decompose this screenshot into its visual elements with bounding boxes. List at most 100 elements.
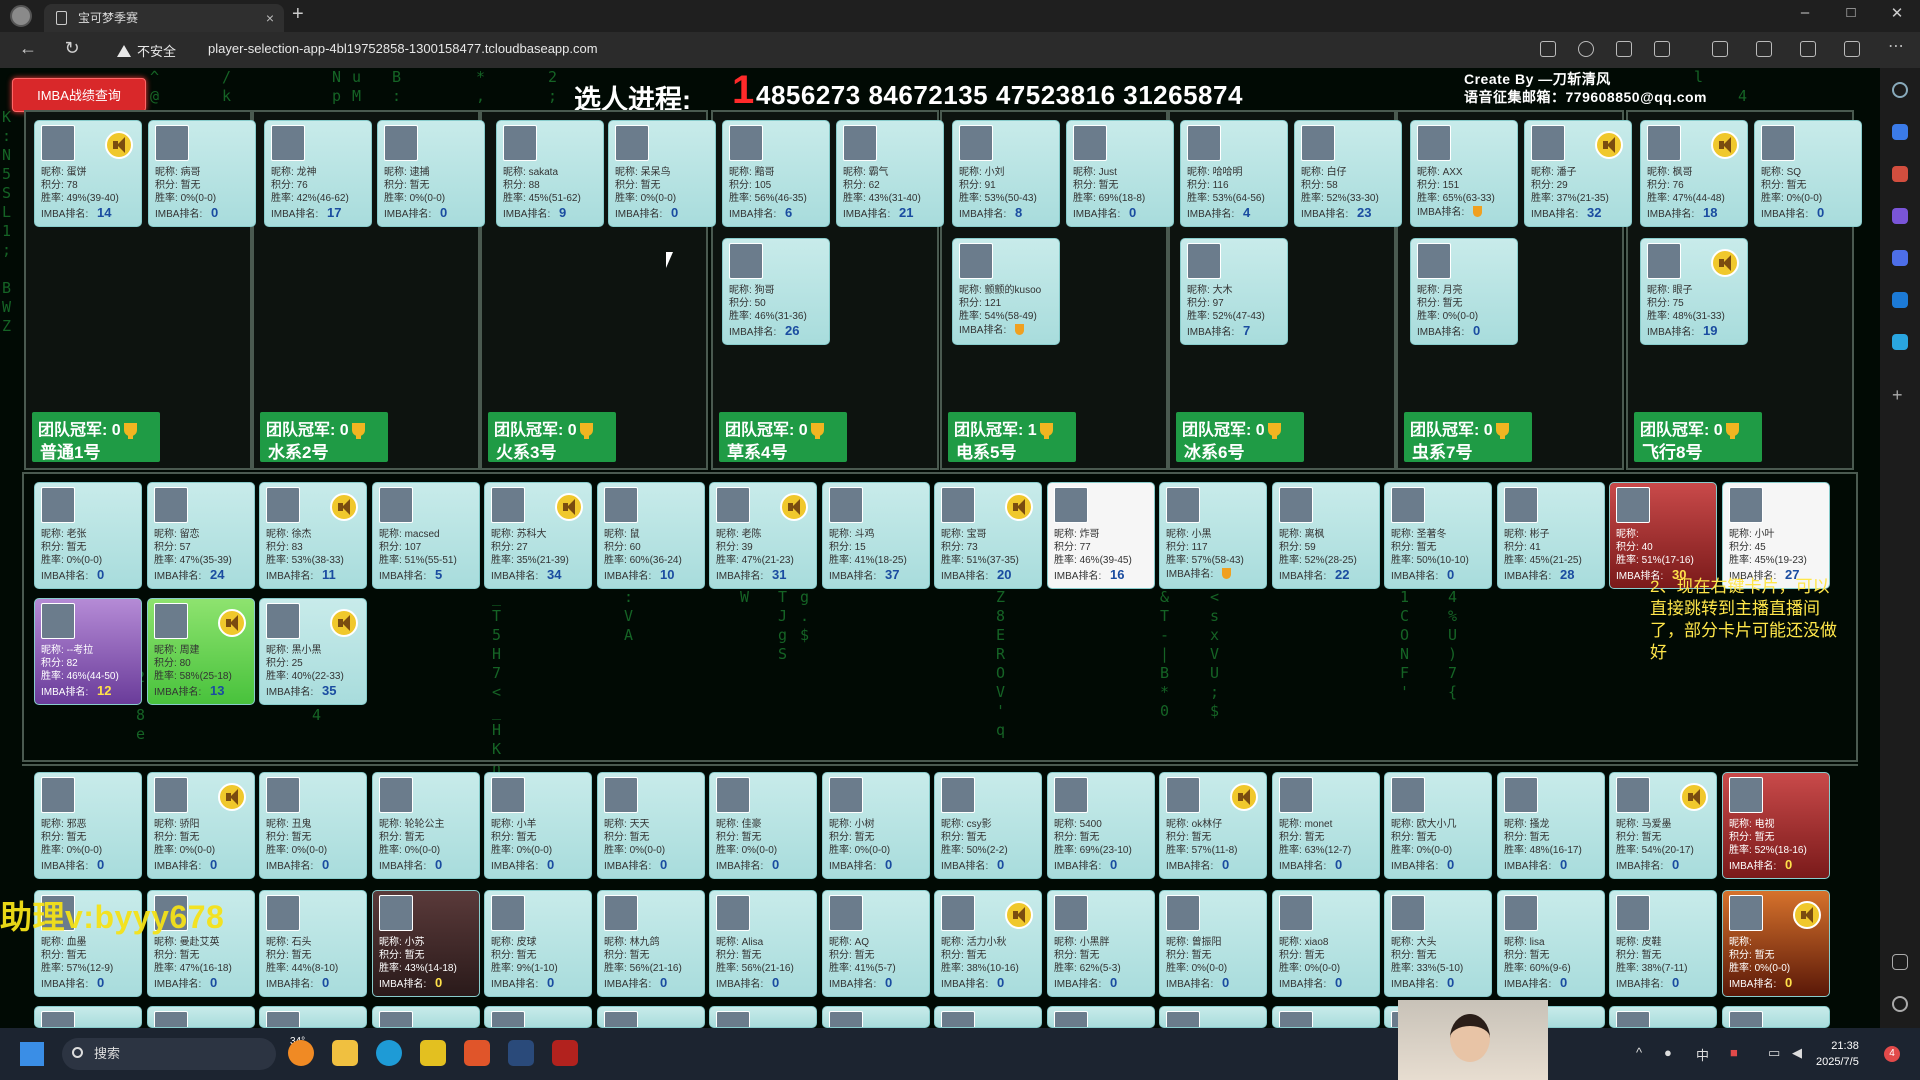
minimize-button[interactable]: –: [1790, 4, 1820, 21]
player-card[interactable]: 昵称: 大头 积分: 暂无 胜率: 33%(5-10) IMBA排名: 0: [1384, 890, 1492, 997]
player-card[interactable]: [147, 1006, 255, 1028]
player-card[interactable]: [484, 1006, 592, 1028]
player-card[interactable]: [934, 1006, 1042, 1028]
player-card[interactable]: 昵称: 霸气 积分: 62 胜率: 43%(31-40) IMBA排名: 21: [836, 120, 944, 227]
voice-sound-icon[interactable]: [1595, 131, 1623, 159]
new-tab-button[interactable]: +: [292, 3, 304, 26]
player-card[interactable]: 昵称: 5400 积分: 暂无 胜率: 69%(23-10) IMBA排名: 0: [1047, 772, 1155, 879]
tab-close-icon[interactable]: ×: [266, 4, 274, 32]
player-card[interactable]: 昵称: 活力小秋 积分: 暂无 胜率: 38%(10-16) IMBA排名: 0: [934, 890, 1042, 997]
antivirus-icon[interactable]: ■: [1730, 1045, 1738, 1060]
imba-stats-button[interactable]: IMBA战绩查询: [12, 78, 146, 112]
dota-icon[interactable]: [552, 1040, 578, 1066]
player-card[interactable]: 昵称: 黑小黑 积分: 25 胜率: 40%(22-33) IMBA排名: 35: [259, 598, 367, 705]
player-card[interactable]: 昵称: 林九鸽 积分: 暂无 胜率: 56%(21-16) IMBA排名: 0: [597, 890, 705, 997]
player-card[interactable]: 昵称: 斗鸡 积分: 15 胜率: 41%(18-25) IMBA排名: 37: [822, 482, 930, 589]
player-card[interactable]: 昵称: 老张 积分: 暂无 胜率: 0%(0-0) IMBA排名: 0: [34, 482, 142, 589]
volume-icon[interactable]: ◀: [1792, 1045, 1802, 1061]
player-card[interactable]: 昵称: 哈哈明 积分: 116 胜率: 53%(64-56) IMBA排名: 4: [1180, 120, 1288, 227]
player-card[interactable]: 昵称: 小叶 积分: 45 胜率: 45%(19-23) IMBA排名: 27: [1722, 482, 1830, 589]
favorites-icon[interactable]: [1756, 41, 1772, 57]
player-card[interactable]: 昵称: 离枫 积分: 59 胜率: 52%(28-25) IMBA排名: 22: [1272, 482, 1380, 589]
player-card[interactable]: [372, 1006, 480, 1028]
player-card[interactable]: 昵称: 徐杰 积分: 83 胜率: 53%(38-33) IMBA排名: 11: [259, 482, 367, 589]
player-card[interactable]: 昵称: 呆呆鸟 积分: 暂无 胜率: 0%(0-0) IMBA排名: 0: [608, 120, 716, 227]
settings-icon[interactable]: [1892, 996, 1908, 1012]
player-card[interactable]: 昵称: 彬子 积分: 41 胜率: 45%(21-25) IMBA排名: 28: [1497, 482, 1605, 589]
player-card[interactable]: 昵称: 颤颤的kusoo 积分: 121 胜率: 54%(58-49) IMBA排名:: [952, 238, 1060, 345]
read-aloud-icon[interactable]: [1616, 41, 1632, 57]
player-card[interactable]: [1047, 1006, 1155, 1028]
voice-sound-icon[interactable]: [1005, 901, 1033, 929]
window-close-button[interactable]: ✕: [1882, 4, 1912, 22]
player-card[interactable]: 昵称: 皮鞋 积分: 暂无 胜率: 38%(7-11) IMBA排名: 0: [1609, 890, 1717, 997]
player-card[interactable]: 昵称: 蛋饼 积分: 78 胜率: 49%(39-40) IMBA排名: 14: [34, 120, 142, 227]
screenshot-icon[interactable]: [1892, 954, 1908, 970]
voice-sound-icon[interactable]: [218, 609, 246, 637]
player-card[interactable]: 昵称: 老陈 积分: 39 胜率: 47%(21-23) IMBA排名: 31: [709, 482, 817, 589]
player-card[interactable]: 昵称: 小黑 积分: 117 胜率: 57%(58-43) IMBA排名:: [1159, 482, 1267, 589]
player-card[interactable]: [259, 1006, 367, 1028]
shopping-icon[interactable]: [1892, 166, 1908, 182]
voice-sound-icon[interactable]: [1711, 249, 1739, 277]
player-card[interactable]: 昵称: 马爱墨 积分: 暂无 胜率: 54%(20-17) IMBA排名: 0: [1609, 772, 1717, 879]
game-launcher-icon[interactable]: [464, 1040, 490, 1066]
player-card[interactable]: 昵称: macsed 积分: 107 胜率: 51%(55-51) IMBA排名: 5: [372, 482, 480, 589]
browser-tab[interactable]: 宝可梦季赛 ×: [44, 4, 284, 32]
player-card[interactable]: 昵称: 轮轮公主 积分: 暂无 胜率: 0%(0-0) IMBA排名: 0: [372, 772, 480, 879]
player-card[interactable]: 昵称: 皮球 积分: 暂无 胜率: 9%(1-10) IMBA排名: 0: [484, 890, 592, 997]
player-card[interactable]: 昵称: 丑鬼 积分: 暂无 胜率: 0%(0-0) IMBA排名: 0: [259, 772, 367, 879]
player-card[interactable]: [597, 1006, 705, 1028]
more-menu-icon[interactable]: ⋯: [1888, 36, 1904, 55]
player-card[interactable]: 昵称: 佳豪 积分: 暂无 胜率: 0%(0-0) IMBA排名: 0: [709, 772, 817, 879]
player-card[interactable]: [822, 1006, 930, 1028]
player-card[interactable]: 昵称: 黯哥 积分: 105 胜率: 56%(46-35) IMBA排名: 6: [722, 120, 830, 227]
back-icon[interactable]: ←: [16, 38, 40, 59]
voice-sound-icon[interactable]: [1005, 493, 1033, 521]
player-card[interactable]: 昵称: 苏科大 积分: 27 胜率: 35%(21-39) IMBA排名: 34: [484, 482, 592, 589]
player-card[interactable]: 昵称: 潘子 积分: 29 胜率: 37%(21-35) IMBA排名: 32: [1524, 120, 1632, 227]
network-icon[interactable]: ▭: [1768, 1045, 1780, 1061]
voice-sound-icon[interactable]: [330, 493, 358, 521]
player-card[interactable]: 昵称: 周建 积分: 80 胜率: 58%(25-18) IMBA排名: 13: [147, 598, 255, 705]
player-card[interactable]: 昵称: 积分: 40 胜率: 51%(17-16) IMBA排名: 30: [1609, 482, 1717, 589]
tools-icon[interactable]: [1892, 208, 1908, 224]
player-card[interactable]: 昵称: ok林仔 积分: 暂无 胜率: 57%(11-8) IMBA排名: 0: [1159, 772, 1267, 879]
player-card[interactable]: 昵称: 白仔 积分: 58 胜率: 52%(33-30) IMBA排名: 23: [1294, 120, 1402, 227]
player-card[interactable]: 昵称: xiao8 积分: 暂无 胜率: 0%(0-0) IMBA排名: 0: [1272, 890, 1380, 997]
player-card[interactable]: 昵称: 鼠积分: 60 胜率: 60%(36-24) IMBA排名: 10: [597, 482, 705, 589]
player-card[interactable]: 昵称: 逮捕 积分: 暂无 胜率: 0%(0-0) IMBA排名: 0: [377, 120, 485, 227]
player-card[interactable]: [1159, 1006, 1267, 1028]
player-card[interactable]: 昵称: 电视 积分: 暂无 胜率: 52%(18-16) IMBA排名: 0: [1722, 772, 1830, 879]
player-card[interactable]: 昵称: Just 积分: 暂无 胜率: 69%(18-8) IMBA排名: 0: [1066, 120, 1174, 227]
player-card[interactable]: 昵称: 曾振阳 积分: 暂无 胜率: 0%(0-0) IMBA排名: 0: [1159, 890, 1267, 997]
player-card[interactable]: 昵称: 眼子 积分: 75 胜率: 48%(31-33) IMBA排名: 19: [1640, 238, 1748, 345]
add-icon[interactable]: +: [1892, 386, 1908, 404]
outlook-icon[interactable]: [1892, 292, 1908, 308]
voice-sound-icon[interactable]: [1680, 783, 1708, 811]
tray-expand-icon[interactable]: ^: [1636, 1045, 1642, 1060]
translate-icon[interactable]: [1540, 41, 1556, 57]
voice-sound-icon[interactable]: [105, 131, 133, 159]
player-card[interactable]: 昵称: 留恋 积分: 57 胜率: 47%(35-39) IMBA排名: 24: [147, 482, 255, 589]
microphone-icon[interactable]: ●: [1664, 1045, 1672, 1060]
taskbar-search[interactable]: 搜索: [62, 1038, 276, 1070]
voice-sound-icon[interactable]: [330, 609, 358, 637]
extensions-icon[interactable]: [1844, 41, 1860, 57]
weather-icon[interactable]: [288, 1040, 314, 1066]
player-card[interactable]: 昵称: 大木 积分: 97 胜率: 52%(47-43) IMBA排名: 7: [1180, 238, 1288, 345]
player-card[interactable]: 昵称: 枫哥 积分: 76 胜率: 47%(44-48) IMBA排名: 18: [1640, 120, 1748, 227]
player-card[interactable]: [709, 1006, 817, 1028]
file-explorer-icon[interactable]: [332, 1040, 358, 1066]
player-card[interactable]: 昵称: 宝哥 积分: 73 胜率: 51%(37-35) IMBA排名: 20: [934, 482, 1042, 589]
player-card[interactable]: 昵称: Alisa 积分: 暂无 胜率: 56%(21-16) IMBA排名: 0: [709, 890, 817, 997]
edge-browser-icon[interactable]: [376, 1040, 402, 1066]
player-card[interactable]: 昵称: lisa 积分: 暂无 胜率: 60%(9-6) IMBA排名: 0: [1497, 890, 1605, 997]
player-card[interactable]: 昵称: 邪恶 积分: 暂无 胜率: 0%(0-0) IMBA排名: 0: [34, 772, 142, 879]
player-card[interactable]: 昵称: 天天 积分: 暂无 胜率: 0%(0-0) IMBA排名: 0: [597, 772, 705, 879]
player-card[interactable]: 昵称: 欧大小几 积分: 暂无 胜率: 0%(0-0) IMBA排名: 0: [1384, 772, 1492, 879]
favorite-star-icon[interactable]: [1654, 41, 1670, 57]
player-card[interactable]: [1722, 1006, 1830, 1028]
player-card[interactable]: 昵称: 小刘 积分: 91 胜率: 53%(50-43) IMBA排名: 8: [952, 120, 1060, 227]
voice-sound-icon[interactable]: [555, 493, 583, 521]
